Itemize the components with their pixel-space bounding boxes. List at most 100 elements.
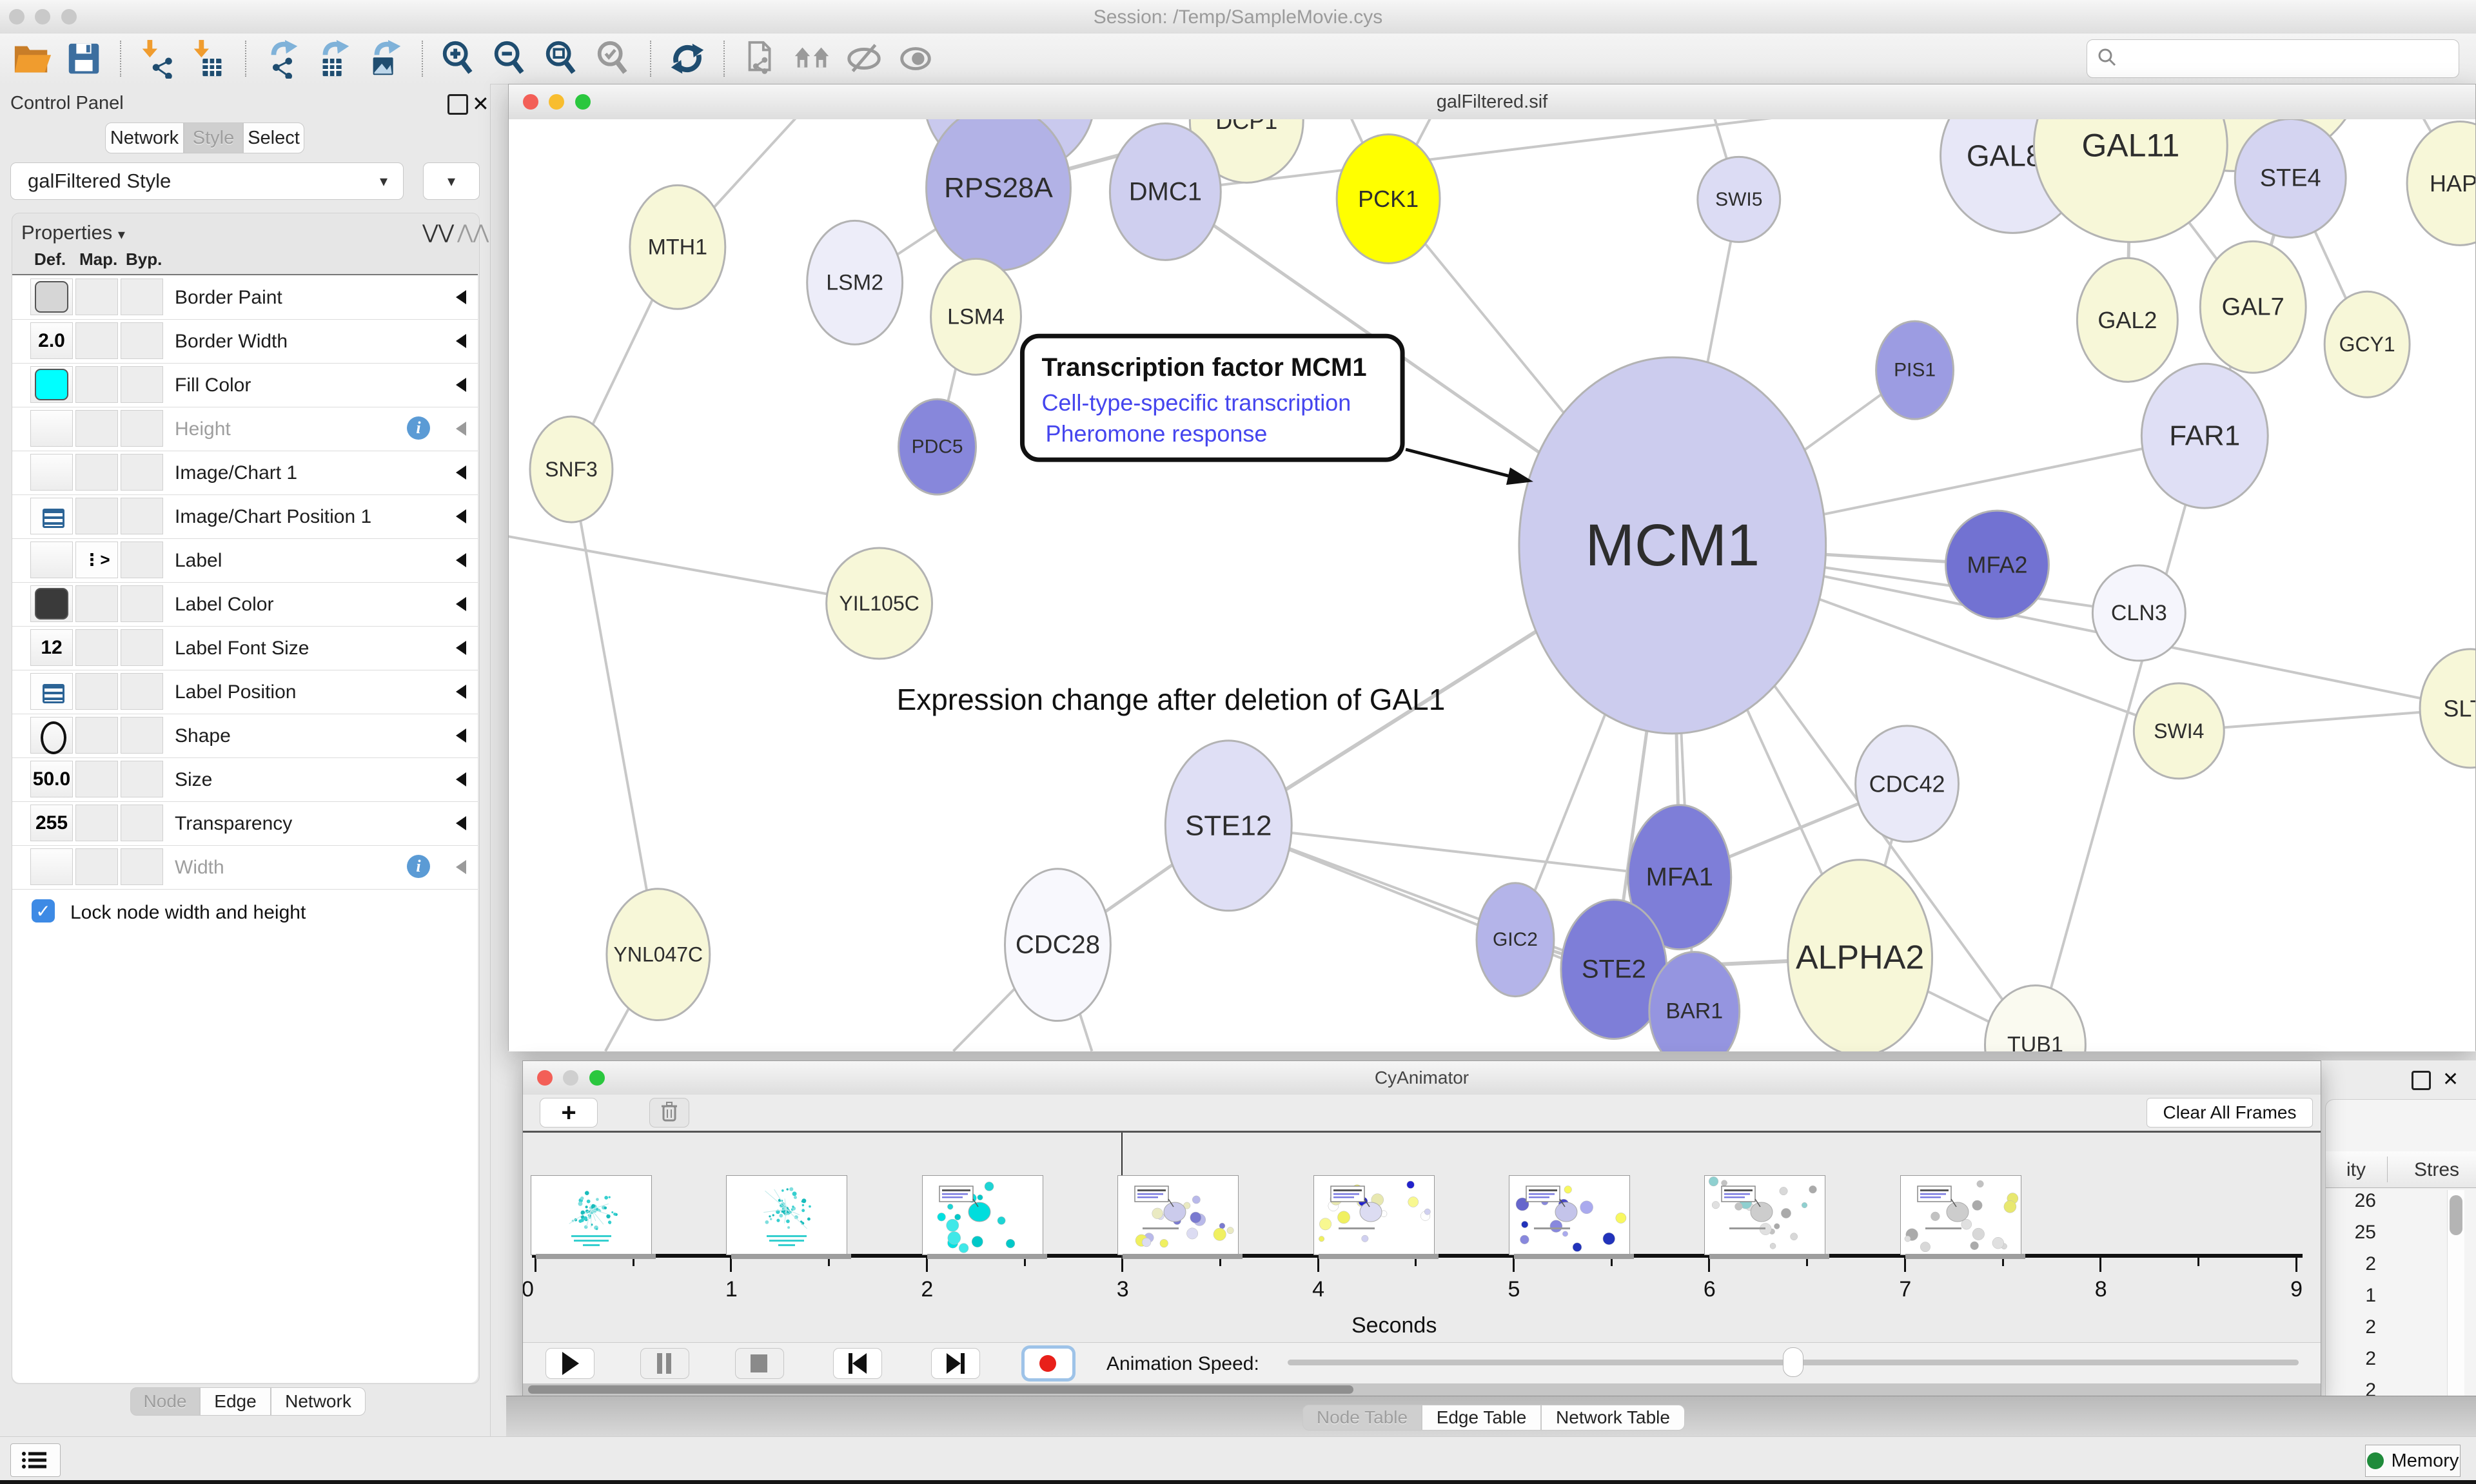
close-panel-icon[interactable]: ✕ [2442, 1068, 2459, 1091]
node-swi4[interactable]: SWI4 [2134, 683, 2224, 779]
zoom-fit-icon[interactable] [542, 39, 582, 79]
table-row[interactable]: 1 [2326, 1285, 2376, 1307]
node-snf3[interactable]: SNF3 [530, 416, 613, 522]
property-mapping-cell[interactable] [75, 717, 118, 754]
property-default-cell[interactable]: 12 [30, 629, 73, 666]
node-gic2[interactable]: GIC2 [1477, 883, 1554, 997]
frame-thumbnail-0[interactable] [531, 1175, 652, 1255]
collapse-arrow-icon[interactable] [456, 422, 466, 436]
style-options-button[interactable]: ▾ [423, 162, 480, 200]
node-far1[interactable]: FAR1 [2141, 364, 2268, 508]
previous-frame-button[interactable] [833, 1348, 882, 1379]
tab-network[interactable]: Network [271, 1387, 366, 1416]
node-mcm1[interactable]: MCM1 [1519, 357, 1826, 734]
add-frame-button[interactable]: + [540, 1098, 598, 1128]
lock-size-row[interactable]: ✓Lock node width and height [12, 893, 478, 933]
property-bypass-cell[interactable] [121, 629, 163, 666]
property-default-cell[interactable] [30, 278, 73, 315]
collapse-arrow-icon[interactable] [456, 772, 466, 786]
property-bypass-cell[interactable] [121, 717, 163, 754]
property-row[interactable]: 2.0Border Width [12, 319, 478, 364]
search-input[interactable] [2118, 48, 2459, 70]
collapse-arrow-icon[interactable] [456, 641, 466, 655]
property-default-cell[interactable] [30, 585, 73, 622]
property-row[interactable]: 255Transparency [12, 801, 478, 846]
frame-thumbnail-4[interactable] [1313, 1175, 1435, 1255]
collapse-arrow-icon[interactable] [456, 685, 466, 699]
memory-button[interactable]: Memory [2365, 1445, 2461, 1477]
float-panel-icon[interactable] [2412, 1071, 2431, 1090]
node-lsm2[interactable]: LSM2 [807, 220, 903, 344]
table-column-header[interactable]: ity [2326, 1159, 2366, 1181]
frame-thumbnail-3[interactable] [1117, 1175, 1239, 1255]
collapse-arrow-icon[interactable] [456, 553, 466, 567]
play-button[interactable] [545, 1348, 594, 1379]
node-ste4[interactable]: STE4 [2235, 119, 2346, 237]
edge[interactable] [509, 532, 879, 603]
property-bypass-cell[interactable] [121, 673, 163, 710]
property-mapping-cell[interactable] [75, 629, 118, 666]
pause-button[interactable] [640, 1348, 689, 1379]
property-mapping-cell[interactable] [75, 322, 118, 359]
property-bypass-cell[interactable] [121, 278, 163, 315]
expand-all-icon[interactable]: ⋁⋁ [422, 221, 454, 244]
search-box[interactable] [2087, 39, 2459, 78]
first-neighbors-icon[interactable] [792, 39, 832, 79]
property-bypass-cell[interactable] [121, 542, 163, 578]
collapse-arrow-icon[interactable] [456, 378, 466, 392]
frame-thumbnail-5[interactable] [1509, 1175, 1630, 1255]
property-bypass-cell[interactable] [121, 322, 163, 359]
frame-thumbnail-1[interactable] [726, 1175, 847, 1255]
property-default-cell[interactable] [30, 366, 73, 403]
tab-network[interactable]: Network [105, 122, 184, 153]
delete-frame-button[interactable] [649, 1098, 689, 1128]
node-mfa2[interactable]: MFA2 [1946, 511, 2049, 619]
property-bypass-cell[interactable] [121, 805, 163, 841]
tab-node[interactable]: Node [130, 1387, 200, 1416]
property-mapping-cell[interactable] [75, 673, 118, 710]
property-row[interactable]: 12Label Font Size [12, 626, 478, 670]
import-network-icon[interactable] [137, 39, 177, 79]
zoom-selected-icon[interactable] [594, 39, 634, 79]
property-row[interactable]: Fill Color [12, 363, 478, 407]
node-alpha2[interactable]: ALPHA2 [1788, 860, 1932, 1051]
float-panel-icon[interactable] [447, 94, 468, 115]
node-cdc28[interactable]: CDC28 [1005, 869, 1110, 1021]
node-gal7[interactable]: GAL7 [2200, 241, 2306, 373]
info-icon[interactable]: i [407, 416, 430, 440]
property-bypass-cell[interactable] [121, 410, 163, 447]
clone-network-icon[interactable] [741, 39, 781, 79]
property-mapping-cell[interactable] [75, 454, 118, 491]
collapse-arrow-icon[interactable] [456, 509, 466, 523]
property-bypass-cell[interactable] [121, 761, 163, 797]
node-lsm4[interactable]: LSM4 [931, 259, 1021, 375]
node-gal2[interactable]: GAL2 [2077, 258, 2177, 382]
collapse-arrow-icon[interactable] [456, 334, 466, 348]
zoom-in-icon[interactable] [439, 39, 479, 79]
table-row[interactable]: 2 [2326, 1316, 2376, 1338]
node-swi5[interactable]: SWI5 [1698, 157, 1780, 242]
property-mapping-cell[interactable] [75, 805, 118, 841]
panel-list-button[interactable] [10, 1443, 61, 1477]
speed-slider-thumb[interactable] [1783, 1347, 1803, 1377]
cyanimator-hscrollbar[interactable] [523, 1383, 2321, 1396]
collapse-arrow-icon[interactable] [456, 290, 466, 304]
node-rps28a[interactable]: RPS28A [927, 119, 1071, 270]
node-slt2[interactable]: SLT2 [2420, 649, 2475, 768]
open-session-icon[interactable] [12, 39, 52, 79]
node-gcy1[interactable]: GCY1 [2324, 291, 2410, 397]
lock-size-checkbox[interactable]: ✓ [32, 899, 55, 923]
frame-thumbnail-7[interactable] [1900, 1175, 2021, 1255]
tab-select[interactable]: Select [243, 122, 304, 153]
property-default-cell[interactable]: 255 [30, 805, 73, 841]
close-panel-icon[interactable]: ✕ [472, 92, 489, 116]
property-row[interactable]: Heighti [12, 407, 478, 451]
property-mapping-cell[interactable] [75, 761, 118, 797]
info-icon[interactable]: i [407, 855, 430, 878]
property-row[interactable]: Border Paint [12, 275, 478, 320]
property-mapping-cell[interactable] [75, 498, 118, 534]
record-button[interactable] [1024, 1348, 1073, 1379]
scrollbar-thumb[interactable] [528, 1385, 1353, 1394]
table-row[interactable]: 2 [2326, 1253, 2376, 1275]
refresh-icon[interactable] [667, 39, 707, 79]
